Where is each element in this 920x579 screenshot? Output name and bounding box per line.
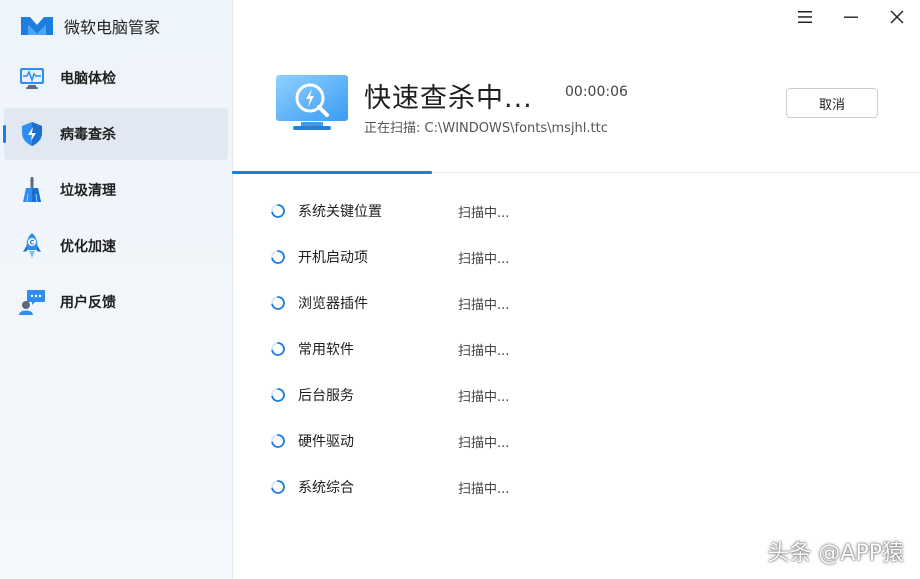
shield-icon <box>18 120 46 148</box>
sidebar-item-pc-checkup[interactable]: 电脑体检 <box>4 52 228 104</box>
loading-spinner-icon <box>270 249 286 265</box>
sidebar-item-junk-clean[interactable]: 垃圾清理 <box>4 164 228 216</box>
sidebar-nav: 电脑体检 病毒查杀 垃圾清理 <box>0 48 232 332</box>
scan-item-status: 扫描中... <box>458 478 509 497</box>
sidebar-item-label: 用户反馈 <box>60 292 116 312</box>
scan-title: 快速查杀中... <box>364 76 533 115</box>
sidebar-item-label: 电脑体检 <box>60 68 116 88</box>
close-icon <box>890 10 904 24</box>
current-scan-path: 正在扫描: C:\WINDOWS\fonts\msjhl.ttc <box>364 117 608 136</box>
minimize-icon <box>844 11 858 23</box>
loading-spinner-icon <box>270 433 286 449</box>
scan-item: 系统关键位置 扫描中... <box>270 188 770 234</box>
window-controls <box>782 4 920 30</box>
sidebar-item-optimize[interactable]: C 优化加速 <box>4 220 228 272</box>
minimize-button[interactable] <box>828 4 874 30</box>
elapsed-timer: 00:00:06 <box>565 84 628 100</box>
scan-item: 后台服务 扫描中... <box>270 372 770 418</box>
scan-items-list: 系统关键位置 扫描中... 开机启动项 扫描中... 浏览器插件 扫描中... … <box>270 188 770 510</box>
scan-item-status: 扫描中... <box>458 386 509 405</box>
scan-item-status: 扫描中... <box>458 202 509 221</box>
scan-item: 硬件驱动 扫描中... <box>270 418 770 464</box>
scan-item-name: 开机启动项 <box>298 247 458 267</box>
sidebar-item-feedback[interactable]: 用户反馈 <box>4 276 228 328</box>
close-button[interactable] <box>874 4 920 30</box>
watermark: 头条 @APP猿 <box>767 535 904 567</box>
loading-spinner-icon <box>270 295 286 311</box>
scan-item-name: 后台服务 <box>298 385 458 405</box>
sidebar-item-label: 优化加速 <box>60 236 116 256</box>
scan-item-name: 硬件驱动 <box>298 431 458 451</box>
broom-icon <box>18 176 46 204</box>
scan-monitor-icon <box>275 74 349 132</box>
microsoft-pc-manager-logo <box>20 15 54 37</box>
cancel-button[interactable]: 取消 <box>786 88 878 118</box>
scan-item: 浏览器插件 扫描中... <box>270 280 770 326</box>
sidebar-item-virus-scan[interactable]: 病毒查杀 <box>4 108 228 160</box>
sidebar-item-label: 病毒查杀 <box>60 124 116 144</box>
scan-item-status: 扫描中... <box>458 294 509 313</box>
scan-item-name: 常用软件 <box>298 339 458 359</box>
loading-spinner-icon <box>270 203 286 219</box>
app-title: 微软电脑管家 <box>64 14 160 38</box>
scan-item-status: 扫描中... <box>458 432 509 451</box>
scan-item-name: 系统综合 <box>298 477 458 497</box>
scan-item-name: 浏览器插件 <box>298 293 458 313</box>
feedback-icon <box>18 288 46 316</box>
menu-button[interactable] <box>782 4 828 30</box>
monitor-health-icon <box>18 64 46 92</box>
scan-item-name: 系统关键位置 <box>298 201 458 221</box>
rocket-icon: C <box>18 232 46 260</box>
scan-item-status: 扫描中... <box>458 340 509 359</box>
sidebar: 微软电脑管家 电脑体检 病 <box>0 0 233 579</box>
loading-spinner-icon <box>270 387 286 403</box>
scan-item-status: 扫描中... <box>458 248 509 267</box>
menu-icon <box>798 11 812 23</box>
loading-spinner-icon <box>270 479 286 495</box>
scan-item: 开机启动项 扫描中... <box>270 234 770 280</box>
svg-text:C: C <box>30 239 35 247</box>
brand: 微软电脑管家 <box>20 12 160 40</box>
scan-item: 系统综合 扫描中... <box>270 464 770 510</box>
sidebar-item-label: 垃圾清理 <box>60 180 116 200</box>
loading-spinner-icon <box>270 341 286 357</box>
scan-item: 常用软件 扫描中... <box>270 326 770 372</box>
scan-progress-bar <box>232 171 432 174</box>
